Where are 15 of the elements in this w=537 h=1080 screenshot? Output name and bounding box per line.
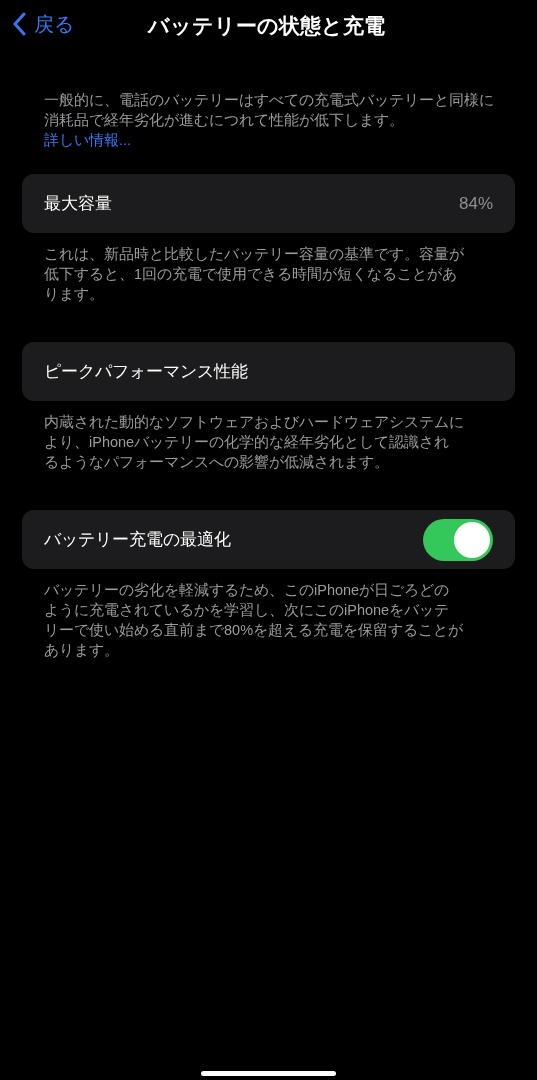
intro-text: 一般的に、電話のバッテリーはすべての充電式バッテリーと同様に消耗品で経年劣化が進むにつれて性能が低下します。	[44, 91, 494, 130]
page-title: バッテリーの状態と充電	[148, 13, 385, 39]
row-caption: バッテリーの劣化を軽減するため、このiPhoneが日ごろどのように充電されているかを学習し、次にこのiPhoneをバッテリーで使い始める直前まで80%を超える充電を保留することがあります。	[44, 581, 464, 660]
row-value: 84%	[458, 192, 493, 215]
back-button[interactable]: 戻る	[12, 9, 74, 39]
settings-row[interactable]: ピークパフォーマンス性能	[22, 342, 515, 401]
row-caption: 内蔵された動的なソフトウェアおよびハードウェアシステムにより、iPhoneバッテリーの化学的な経年劣化として認識されるようなパフォーマンスへの影響が低減されます。	[44, 413, 464, 472]
toggle-switch[interactable]	[423, 518, 493, 561]
row-label: ピークパフォーマンス性能	[44, 360, 248, 383]
row-caption: これは、新品時と比較したバッテリー容量の基準です。容量が低下すると、1回の充電で使用できる時間が短くなることがあります。	[44, 245, 464, 304]
row-label: 最大容量	[44, 192, 112, 215]
more-info-link[interactable]: 詳しい情報...	[44, 132, 132, 148]
row-label: バッテリー充電の最適化	[44, 528, 231, 551]
settings-row[interactable]: 最大容量 84%	[22, 174, 515, 233]
chevron-left-icon	[12, 12, 26, 36]
